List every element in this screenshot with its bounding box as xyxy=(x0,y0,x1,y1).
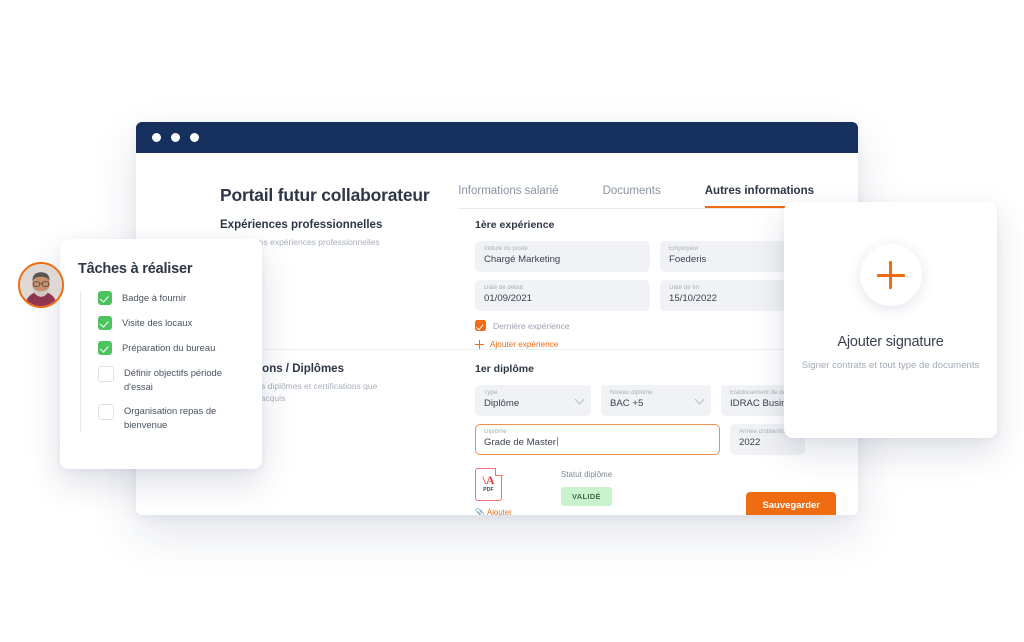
page-header: Portail futur collaborateur Informations… xyxy=(136,153,858,209)
field-intitule-du-poste-label: Intitulé du poste xyxy=(484,246,528,252)
tab-documents[interactable]: Documents xyxy=(603,179,661,208)
derniere-experience-label: Dernière expérience xyxy=(493,320,570,331)
field-niveau-diplome-value: BAC +5 xyxy=(610,397,644,409)
task-label: Définir objectifs période d'essai xyxy=(124,367,222,392)
checkbox-unchecked-icon[interactable] xyxy=(98,404,114,421)
checkbox-checked-icon[interactable] xyxy=(98,316,112,330)
window-titlebar xyxy=(136,122,858,153)
pdf-file-icon[interactable]: \A PDF xyxy=(475,467,503,501)
field-intitule-du-poste[interactable]: Intitulé du poste Chargé Marketing xyxy=(475,241,650,272)
checkbox-checked-icon[interactable] xyxy=(98,341,112,355)
diploma-file-column: \A PDF 📎 Ajouter xyxy=(475,467,561,515)
add-file-label: Ajouter xyxy=(487,508,512,515)
task-item[interactable]: Préparation du bureau xyxy=(98,341,244,355)
field-date-de-debut-value: 01/09/2021 xyxy=(484,292,533,304)
signature-card-title: Ajouter signature xyxy=(837,334,944,350)
avatar xyxy=(18,262,64,308)
checkbox-unchecked-icon[interactable] xyxy=(98,366,114,382)
field-diplome[interactable]: Diplôme Grade de Master xyxy=(475,424,720,455)
save-button[interactable]: Sauvegarder xyxy=(746,492,836,515)
add-file-button[interactable]: 📎 Ajouter xyxy=(475,508,561,515)
window-dot-minimize[interactable] xyxy=(171,133,180,142)
diploma-status-column: Statut diplôme VALIDÉ xyxy=(561,468,612,506)
field-date-de-debut-label: Date de début xyxy=(484,285,523,291)
task-label: Badge à fournir xyxy=(122,292,187,303)
plus-icon xyxy=(475,340,484,349)
tasks-card: Tâches à réaliser Badge à fournir Visite… xyxy=(60,239,262,469)
status-label: Statut diplôme xyxy=(561,470,613,479)
field-annee-obtention-value: 2022 xyxy=(739,436,761,448)
task-item[interactable]: Définir objectifs période d'essai xyxy=(98,366,244,393)
page-title: Portail futur collaborateur xyxy=(220,185,430,205)
task-item[interactable]: Badge à fournir xyxy=(98,291,244,305)
tab-informations-salarie[interactable]: Informations salarié xyxy=(458,179,558,208)
field-type[interactable]: Type Diplôme xyxy=(475,385,591,416)
task-label: Visite des locaux xyxy=(122,317,193,328)
pdf-glyph: \A xyxy=(482,473,495,487)
field-diplome-value-wrap: Grade de Master xyxy=(484,436,711,449)
plus-icon[interactable] xyxy=(859,244,922,306)
field-intitule-du-poste-value: Chargé Marketing xyxy=(484,253,561,265)
field-diplome-value: Grade de Master xyxy=(484,436,556,448)
signature-card[interactable]: Ajouter signature Signer contrats et tou… xyxy=(784,202,997,438)
tasks-list: Badge à fournir Visite des locaux Prépar… xyxy=(80,291,244,432)
checkbox-checked-icon[interactable] xyxy=(475,320,486,331)
avatar-photo xyxy=(20,264,62,306)
section-experiences-heading: Expériences professionnelles xyxy=(220,219,383,231)
window-dot-close[interactable] xyxy=(152,133,161,142)
window-dot-maximize[interactable] xyxy=(190,133,199,142)
field-niveau-diplome[interactable]: Niveau diplôme BAC +5 xyxy=(601,385,711,416)
field-date-de-debut[interactable]: Date de début 01/09/2021 xyxy=(475,280,650,311)
add-experience-label: Ajouter expérience xyxy=(490,340,559,349)
task-label: Préparation du bureau xyxy=(122,342,216,353)
signature-card-subtitle: Signer contrats et tout type de document… xyxy=(801,360,980,371)
task-label: Organisation repas de bienvenue xyxy=(124,405,217,430)
task-item[interactable]: Visite des locaux xyxy=(98,316,244,330)
task-item[interactable]: Organisation repas de bienvenue xyxy=(98,404,244,431)
text-caret xyxy=(556,436,558,446)
pdf-fold-corner xyxy=(494,467,503,476)
tasks-card-title: Tâches à réaliser xyxy=(78,261,193,277)
field-type-value: Diplôme xyxy=(484,397,520,409)
checkbox-checked-icon[interactable] xyxy=(98,291,112,305)
diploma-bottom-row: \A PDF 📎 Ajouter Statut diplôme VALIDÉ S… xyxy=(475,467,858,515)
paperclip-icon: 📎 xyxy=(475,507,485,515)
canvas: Portail futur collaborateur Informations… xyxy=(0,0,1024,642)
field-type-label: Type xyxy=(484,390,498,396)
status-badge: VALIDÉ xyxy=(561,487,612,506)
field-niveau-diplome-label: Niveau diplôme xyxy=(610,390,653,396)
pdf-icon-label: PDF xyxy=(483,487,494,493)
field-diplome-label: Diplôme xyxy=(484,429,507,435)
